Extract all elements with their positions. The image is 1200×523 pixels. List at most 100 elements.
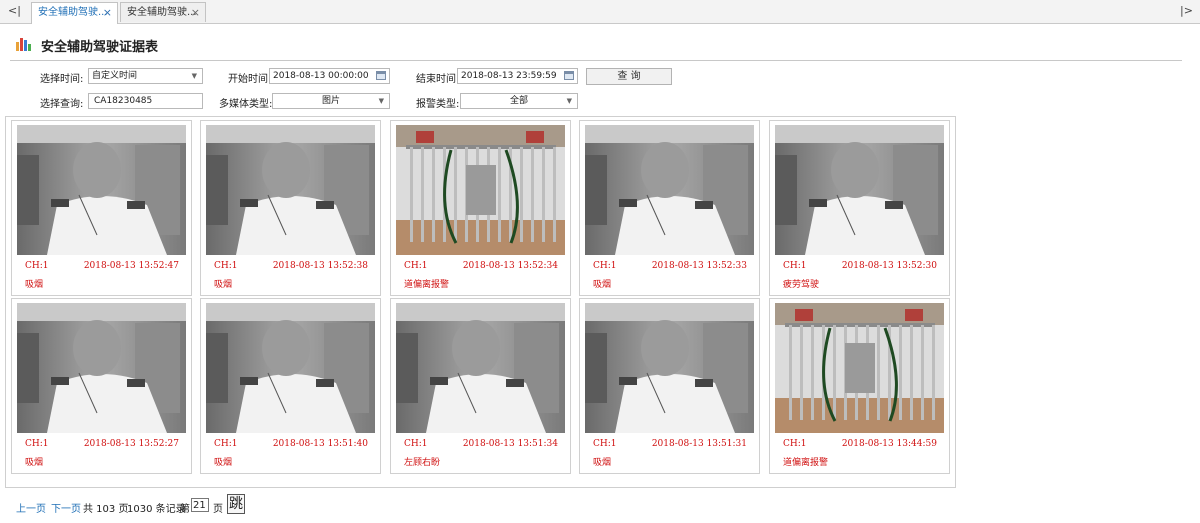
evidence-photo[interactable]	[396, 125, 565, 255]
timestamp: 2018-08-13 13:52:27	[83, 439, 179, 449]
driver-photo	[206, 125, 375, 255]
event-type: 左顾右盼	[404, 458, 441, 468]
timestamp: 2018-08-13 13:52:30	[841, 261, 937, 271]
end-time-label: 结束时间:	[416, 74, 460, 85]
timestamp: 2018-08-13 13:44:59	[841, 439, 937, 449]
event-type: 吸烟	[25, 280, 44, 290]
evidence-photo[interactable]	[585, 125, 754, 255]
channel-label: CH:1	[214, 439, 238, 449]
start-time-input[interactable]: 2018-08-13 00:00:00	[269, 68, 390, 84]
total-pages: 共 103 页	[83, 504, 129, 515]
vehicle-query-value: CA18230485	[94, 96, 153, 106]
evidence-card[interactable]: CH:1 2018-08-13 13:51:34 左顾右盼	[390, 298, 571, 474]
end-time-value: 2018-08-13 23:59:59	[461, 71, 557, 81]
total-records: 1030 条记录	[127, 504, 186, 515]
timestamp: 2018-08-13 13:51:40	[272, 439, 368, 449]
evidence-card[interactable]: CH:1 2018-08-13 13:44:59 道偏离报警	[769, 298, 950, 474]
channel-label: CH:1	[214, 261, 238, 271]
driver-photo	[17, 303, 186, 433]
evidence-photo[interactable]	[775, 125, 944, 255]
tab-safety-driving-2[interactable]: 安全辅助驾驶... ×	[120, 2, 206, 22]
query-button[interactable]: 查 询	[586, 68, 672, 85]
bar-chart-icon	[16, 38, 31, 51]
channel-label: CH:1	[783, 439, 807, 449]
page-title: 安全辅助驾驶证据表	[41, 40, 159, 55]
evidence-photo[interactable]	[396, 303, 565, 433]
channel-label: CH:1	[404, 261, 428, 271]
alarm-type-select[interactable]: 全部 ▼	[460, 93, 578, 109]
chevron-down-icon: ▼	[191, 72, 197, 80]
prev-page-link[interactable]: 上一页	[16, 500, 46, 515]
channel-label: CH:1	[25, 261, 49, 271]
channel-label: CH:1	[783, 261, 807, 271]
tab-label: 安全辅助驾驶...	[38, 7, 108, 18]
close-icon[interactable]: ×	[191, 3, 200, 23]
evidence-photo[interactable]	[206, 125, 375, 255]
driver-photo	[585, 303, 754, 433]
event-type: 吸烟	[214, 458, 233, 468]
calendar-icon[interactable]	[564, 71, 574, 80]
driver-photo	[585, 125, 754, 255]
evidence-card[interactable]: CH:1 2018-08-13 13:52:30 疲劳驾驶	[769, 120, 950, 296]
timestamp: 2018-08-13 13:52:34	[462, 261, 558, 271]
evidence-card[interactable]: CH:1 2018-08-13 13:51:40 吸烟	[200, 298, 381, 474]
media-type-label: 多媒体类型:	[219, 99, 273, 110]
vehicle-query-input[interactable]: CA18230485	[88, 93, 203, 109]
next-page-link[interactable]: 下一页	[51, 500, 81, 515]
evidence-card[interactable]: CH:1 2018-08-13 13:52:34 道偏离报警	[390, 120, 571, 296]
evidence-photo[interactable]	[17, 125, 186, 255]
event-type: 吸烟	[593, 458, 612, 468]
timestamp: 2018-08-13 13:51:34	[462, 439, 558, 449]
time-select-value: 自定义时间	[92, 71, 138, 81]
driver-photo	[206, 303, 375, 433]
evidence-grid: CH:1 2018-08-13 13:52:47 吸烟 CH:1 2018-08-13 …	[5, 116, 956, 488]
evidence-photo[interactable]	[775, 303, 944, 433]
timestamp: 2018-08-13 13:51:31	[651, 439, 747, 449]
close-icon[interactable]: ×	[103, 3, 112, 23]
driver-photo	[396, 303, 565, 433]
driver-photo	[775, 125, 944, 255]
channel-label: CH:1	[25, 439, 49, 449]
page-number-input[interactable]: 21	[191, 498, 209, 512]
alarm-type-label: 报警类型:	[416, 99, 460, 110]
event-type: 道偏离报警	[783, 458, 829, 468]
timestamp: 2018-08-13 13:52:38	[272, 261, 368, 271]
event-type: 吸烟	[25, 458, 44, 468]
event-type: 疲劳驾驶	[783, 280, 820, 290]
channel-label: CH:1	[404, 439, 428, 449]
road-gate-photo	[396, 125, 565, 255]
time-select[interactable]: 自定义时间 ▼	[88, 68, 203, 84]
event-type: 吸烟	[214, 280, 233, 290]
tab-safety-driving-1[interactable]: 安全辅助驾驶... ×	[31, 2, 118, 24]
tab-label: 安全辅助驾驶...	[127, 7, 197, 18]
tab-scroll-left-icon[interactable]: <|	[8, 4, 21, 17]
start-time-label: 开始时间:	[228, 74, 272, 85]
evidence-card[interactable]: CH:1 2018-08-13 13:51:31 吸烟	[579, 298, 760, 474]
page-prefix: 第	[180, 504, 190, 515]
evidence-card[interactable]: CH:1 2018-08-13 13:52:33 吸烟	[579, 120, 760, 296]
title-divider	[10, 60, 1182, 61]
event-type: 吸烟	[593, 280, 612, 290]
alarm-type-value: 全部	[509, 96, 528, 106]
channel-label: CH:1	[593, 439, 617, 449]
evidence-photo[interactable]	[206, 303, 375, 433]
evidence-card[interactable]: CH:1 2018-08-13 13:52:38 吸烟	[200, 120, 381, 296]
calendar-icon[interactable]	[376, 71, 386, 80]
tab-bar: <| 安全辅助驾驶... × 安全辅助驾驶... × |>	[0, 0, 1200, 24]
channel-label: CH:1	[593, 261, 617, 271]
tab-scroll-right-icon[interactable]: |>	[1180, 4, 1193, 17]
timestamp: 2018-08-13 13:52:33	[651, 261, 747, 271]
evidence-card[interactable]: CH:1 2018-08-13 13:52:47 吸烟	[11, 120, 192, 296]
timestamp: 2018-08-13 13:52:47	[83, 261, 179, 271]
evidence-card[interactable]: CH:1 2018-08-13 13:52:27 吸烟	[11, 298, 192, 474]
page-suffix: 页	[213, 504, 223, 515]
chevron-down-icon: ▼	[378, 97, 384, 105]
end-time-input[interactable]: 2018-08-13 23:59:59	[457, 68, 578, 84]
road-gate-photo	[775, 303, 944, 433]
start-time-value: 2018-08-13 00:00:00	[273, 71, 369, 81]
jump-button[interactable]: 跳	[227, 494, 245, 514]
evidence-photo[interactable]	[585, 303, 754, 433]
media-type-select[interactable]: 图片 ▼	[272, 93, 390, 109]
driver-photo	[17, 125, 186, 255]
evidence-photo[interactable]	[17, 303, 186, 433]
